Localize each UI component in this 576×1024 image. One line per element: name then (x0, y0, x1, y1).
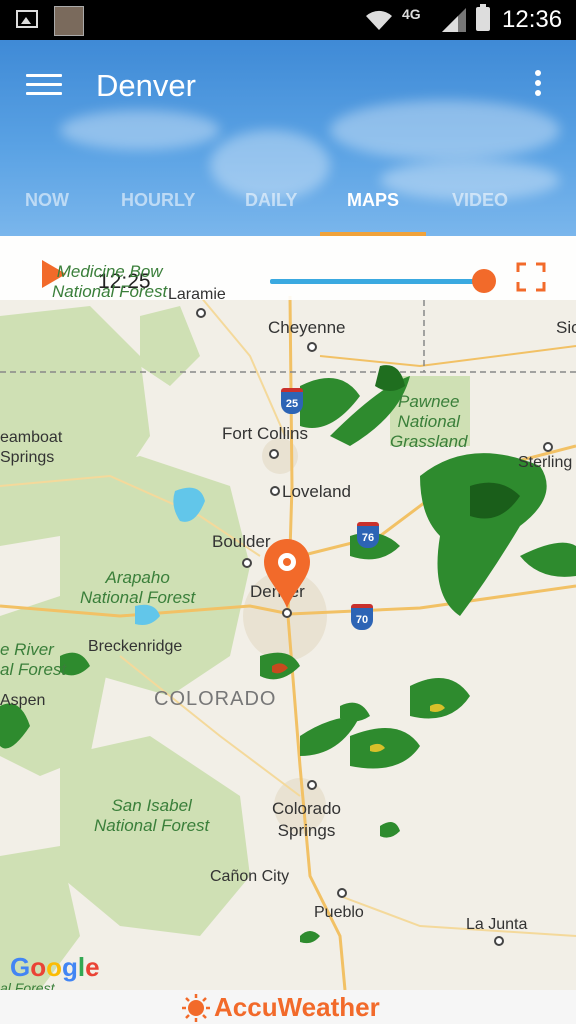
map-label-la-junta: La Junta (466, 916, 528, 933)
map-label-canon-city: Cañon City (210, 868, 290, 885)
map-label-fort-collins: Fort Collins (222, 424, 308, 443)
city-dot (543, 442, 553, 452)
wifi-icon (366, 10, 392, 30)
radar-map[interactable]: 12:25 Medicine Bow National Forest Larami… (0, 236, 576, 990)
network-type-label: 4G (402, 6, 421, 22)
fullscreen-icon[interactable] (516, 262, 546, 292)
map-label-sterling: Sterling (518, 454, 573, 471)
city-dot (337, 888, 347, 898)
map-label-loveland: Loveland (282, 482, 352, 501)
contact-thumbnail-icon (54, 6, 84, 36)
map-label-laramie: Laramie (168, 286, 226, 303)
menu-button[interactable] (26, 74, 62, 100)
city-dot (307, 342, 317, 352)
map-label-medicine-bow: Medicine Bow National Forest (52, 262, 168, 301)
map-label-colorado: COLORADO (154, 688, 277, 710)
tab-hourly[interactable]: HOURLY (121, 190, 195, 211)
interstate-76-shield: 76 (357, 522, 379, 548)
map-label-aspen: Aspen (0, 692, 46, 709)
map-label-arapaho: Arapaho National Forest (80, 568, 196, 607)
playback-slider-thumb[interactable] (472, 269, 496, 293)
map-label-pueblo: Pueblo (314, 904, 364, 921)
more-options-button[interactable] (528, 70, 548, 102)
tab-daily[interactable]: DAILY (245, 190, 297, 211)
sun-icon (182, 994, 210, 1022)
city-dot (269, 449, 279, 459)
map-label-cheyenne: Cheyenne (268, 318, 346, 337)
image-notification-icon (16, 10, 38, 28)
map-label-pawnee: Pawnee National Grassland (390, 392, 468, 451)
map-label-san-isabel: San Isabel National Forest (94, 796, 210, 835)
city-dot (282, 608, 292, 618)
map-label-steamboat: eamboat Springs (0, 429, 63, 466)
city-dot (270, 486, 280, 496)
interstate-25-shield: 25 (281, 388, 303, 414)
tab-bar: NOW HOURLY DAILY MAPS VIDEO (0, 184, 576, 236)
status-clock: 12:36 (502, 6, 563, 33)
map-label-sio: Sio (556, 318, 576, 337)
status-bar: 4G 12:36 (0, 0, 576, 40)
city-dot (196, 308, 206, 318)
interstate-70-shield: 70 (351, 604, 373, 630)
brand-name: AccuWeather (214, 992, 380, 1022)
location-pin-icon[interactable] (262, 538, 312, 608)
location-title: Denver (96, 68, 196, 103)
tab-maps[interactable]: MAPS (347, 190, 399, 211)
tab-video[interactable]: VIDEO (452, 190, 508, 211)
city-dot (242, 558, 252, 568)
city-dot (307, 780, 317, 790)
city-dot (494, 936, 504, 946)
app-header: Denver NOW HOURLY DAILY MAPS VIDEO (0, 40, 576, 236)
brand-footer: AccuWeather (0, 990, 576, 1024)
battery-icon (476, 4, 490, 31)
map-label-breckenridge: Breckenridge (88, 638, 183, 655)
google-logo: Google (10, 952, 100, 982)
map-label-white-river: e River al Forest (0, 640, 67, 679)
signal-icon (442, 8, 466, 32)
map-label-colorado-springs: Colorado Springs (272, 799, 341, 840)
tab-now[interactable]: NOW (25, 190, 69, 211)
playback-slider-track[interactable] (270, 279, 484, 284)
